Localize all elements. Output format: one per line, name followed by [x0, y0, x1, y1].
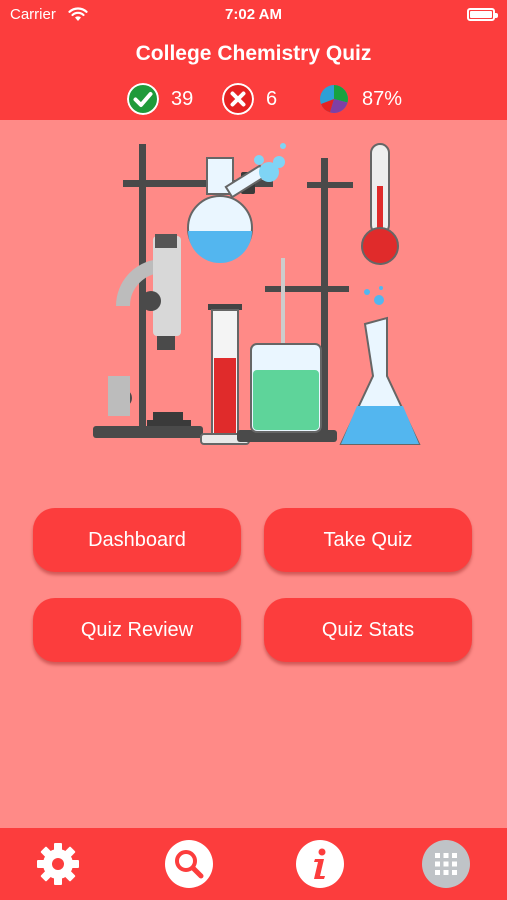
erlenmeyer-flask-icon	[339, 286, 421, 445]
incorrect-stat: 6	[222, 83, 277, 115]
pie-chart-icon	[320, 85, 348, 113]
status-bar: Carrier 7:02 AM	[0, 0, 507, 30]
chemistry-lab-illustration	[93, 143, 421, 445]
microscope-icon	[93, 234, 203, 438]
quiz-stats-button[interactable]: Quiz Stats	[264, 598, 472, 662]
take-quiz-button[interactable]: Take Quiz	[264, 508, 472, 572]
gear-icon[interactable]	[32, 838, 84, 890]
app-title: College Chemistry Quiz	[135, 42, 372, 65]
clock: 7:02 AM	[225, 6, 282, 23]
check-icon	[127, 83, 159, 115]
beaker-icon	[250, 258, 322, 433]
incorrect-count: 6	[266, 87, 278, 110]
correct-stat: 39	[127, 83, 193, 115]
stats-row: 39 6 87%	[0, 83, 507, 115]
x-icon	[222, 83, 254, 115]
quiz-review-button[interactable]: Quiz Review	[33, 598, 241, 662]
correct-count: 39	[171, 87, 194, 110]
info-icon[interactable]	[294, 838, 346, 890]
dashboard-button[interactable]: Dashboard	[33, 508, 241, 572]
header-bar: Carrier 7:02 AM College Chemistry Quiz 3…	[0, 0, 507, 120]
score-percent: 87%	[362, 87, 403, 110]
bottom-tab-bar	[0, 828, 507, 900]
round-flask-icon	[187, 143, 286, 263]
battery-icon	[467, 8, 498, 21]
score-stat: 87%	[318, 83, 402, 115]
search-icon[interactable]	[163, 838, 215, 890]
graduated-cylinder-icon	[200, 304, 250, 445]
thermometer-icon	[361, 143, 399, 265]
grid-icon[interactable]	[420, 838, 472, 890]
